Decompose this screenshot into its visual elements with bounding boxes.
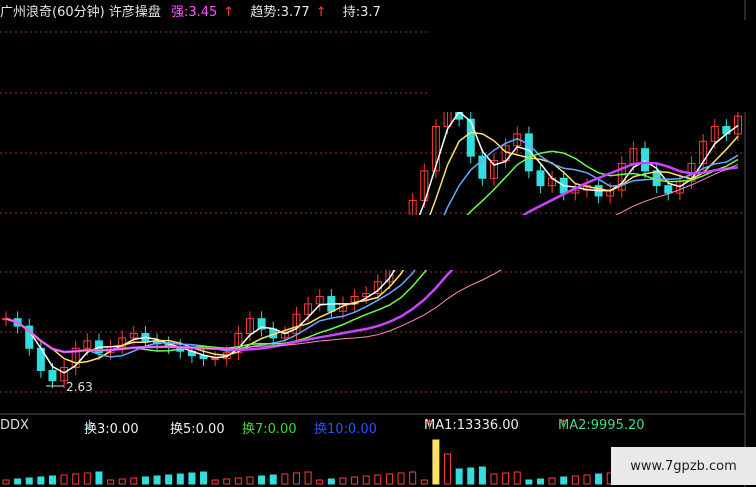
volume-bar-23: [269, 474, 277, 485]
volume-bar-12: [141, 476, 149, 485]
volume-bar-35: [409, 471, 417, 485]
volume-bar-29: [339, 477, 347, 485]
volume-bar-51: [595, 473, 603, 485]
volume-bar-10: [118, 478, 126, 485]
volume-bar-33: [385, 473, 393, 485]
volume-bar-6: [72, 473, 80, 485]
volume-bar-39: [455, 468, 463, 485]
candle-body-40: [466, 118, 475, 157]
watermark: www.7gpzb.com: [611, 447, 756, 485]
volume-bar-9: [107, 479, 115, 485]
volume-bar-44: [513, 471, 521, 485]
volume-bar-40: [467, 467, 475, 485]
volume-bar-4: [48, 475, 56, 485]
volume-bar-34: [397, 472, 405, 485]
volume-bar-32: [374, 474, 382, 485]
volume-bar-13: [153, 475, 161, 485]
trend-value: 趋势:3.77 ↑: [250, 5, 327, 20]
chart-canvas: 广州浪奇(60分钟) 许彦操盘 强:3.45 ↑ 趋势:3.77 ↑ 持:3.7 2…: [0, 0, 756, 487]
volume-bar-48: [560, 476, 568, 485]
volume-bar-3: [37, 476, 45, 485]
volume-bar-0: [2, 479, 10, 485]
volume-bar-24: [281, 473, 289, 485]
volume-bar-1: [14, 478, 22, 485]
low-price-marker: 2.63: [66, 380, 93, 394]
volume-bar-21: [246, 476, 254, 485]
volume-bar-45: [525, 479, 533, 485]
volume-bar-25: [292, 472, 300, 485]
volume-bar-49: [571, 475, 579, 485]
h7-value: 换7:0.00: [242, 422, 297, 437]
volume-bar-26: [304, 471, 312, 485]
volume-bar-42: [490, 473, 498, 485]
candle-body-4: [48, 369, 57, 382]
hold-value: 持:3.7: [342, 5, 381, 20]
volume-bar-17: [200, 471, 208, 485]
volume-bar-18: [211, 479, 219, 485]
volume-bar-37: [432, 439, 440, 485]
volume-bar-8: [95, 471, 103, 485]
candle-body-55: [641, 148, 650, 172]
occlusion-block-middle: [80, 215, 678, 270]
h5-value: 换5:0.00: [170, 422, 225, 437]
volume-bar-36: [420, 479, 428, 485]
volume-bar-15: [176, 473, 184, 485]
volume-bar-41: [478, 466, 486, 485]
volume-bar-7: [83, 472, 91, 485]
h10-value: 换10:0.00: [314, 422, 377, 437]
strong-value: 强:3.45 ↑: [170, 5, 235, 20]
candle-body-46: [536, 170, 545, 187]
volume-bar-22: [258, 475, 266, 485]
volume-bar-20: [234, 477, 242, 485]
kline-chart: [0, 0, 756, 487]
volume-bar-43: [502, 472, 510, 485]
volume-bar-46: [536, 478, 544, 485]
volume-bar-16: [188, 472, 196, 485]
volume-bar-19: [223, 478, 231, 485]
indicator-name: DDX: [0, 418, 29, 433]
volume-bar-2: [25, 477, 33, 485]
volume-bar-14: [165, 474, 173, 485]
volume-bar-30: [351, 476, 359, 485]
volume-bar-27: [316, 479, 324, 485]
volume-bar-5: [60, 474, 68, 485]
candle-body-57: [664, 185, 673, 194]
volume-bar-31: [362, 475, 370, 485]
volume-bar-28: [327, 478, 335, 485]
low-price-label: 2.63: [66, 380, 93, 394]
volume-bar-38: [444, 453, 452, 485]
candle-body-18: [211, 358, 220, 361]
volume-bar-11: [130, 477, 138, 485]
occlusion-block-top-right: [428, 20, 756, 112]
chart-header: 广州浪奇(60分钟) 许彦操盘 强:3.45 ↑ 趋势:3.77 ↑ 持:3.7: [0, 1, 387, 20]
volume-bar-50: [583, 474, 591, 485]
volume-bar-47: [548, 477, 556, 485]
chart-title: 广州浪奇(60分钟) 许彦操盘: [0, 5, 161, 20]
